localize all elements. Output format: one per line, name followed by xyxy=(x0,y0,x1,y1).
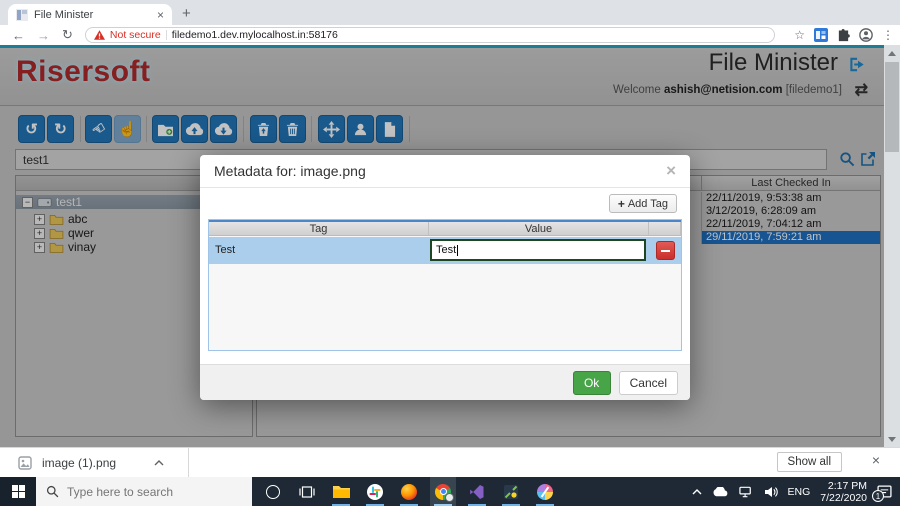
scroll-up-icon[interactable] xyxy=(884,45,900,61)
value-input[interactable]: Test xyxy=(430,239,646,261)
plus-icon: + xyxy=(617,196,625,211)
menu-dots-icon[interactable]: ⋮ xyxy=(882,28,894,42)
address-bar[interactable]: Not secure filedemo1.dev.mylocalhost.in:… xyxy=(84,27,775,43)
extension-dark-icon[interactable] xyxy=(837,28,850,42)
forward-icon[interactable]: → xyxy=(37,28,50,43)
dialog-title: Metadata for: image.png xyxy=(214,163,366,179)
clock[interactable]: 2:17 PM 7/22/2020 xyxy=(820,480,867,504)
browser-navbar: ← → ↻ Not secure filedemo1.dev.mylocalho… xyxy=(0,25,900,45)
column-header-actions xyxy=(649,222,681,235)
system-tray: ENG 2:17 PM 7/22/2020 1 xyxy=(692,477,900,506)
action-center-button[interactable]: 1 xyxy=(872,484,892,502)
paint-app-icon xyxy=(537,483,553,500)
taskbar-search-icon xyxy=(46,485,59,498)
screenshot-tool-icon xyxy=(504,484,518,499)
task-view-button[interactable] xyxy=(294,477,320,506)
back-icon[interactable]: ← xyxy=(12,28,25,43)
date-text: 7/22/2020 xyxy=(820,491,867,504)
taskbar-search-input[interactable] xyxy=(67,484,237,499)
page-scrollbar[interactable] xyxy=(884,45,900,447)
not-secure-warning-icon xyxy=(93,30,105,40)
metadata-row: Test Test xyxy=(209,237,681,264)
not-secure-label[interactable]: Not secure xyxy=(110,29,161,41)
download-menu-chevron-icon[interactable] xyxy=(154,459,164,466)
notification-badge: 1 xyxy=(872,490,884,502)
shelf-close-icon[interactable]: × xyxy=(872,452,880,468)
browser-tabstrip: File Minister × + xyxy=(0,0,900,25)
profile-icon[interactable] xyxy=(859,28,873,42)
firefox-icon xyxy=(401,483,417,500)
tray-chevron-icon[interactable] xyxy=(692,488,702,495)
download-filename[interactable]: image (1).png xyxy=(42,456,116,470)
language-indicator[interactable]: ENG xyxy=(788,486,811,498)
scrollbar-thumb[interactable] xyxy=(885,62,899,152)
tab-favicon-icon xyxy=(16,8,28,21)
taskbar-search[interactable] xyxy=(36,477,252,506)
url-text[interactable]: filedemo1.dev.mylocalhost.in:58176 xyxy=(172,29,338,41)
visual-studio-icon xyxy=(470,484,484,499)
slack-icon xyxy=(367,483,383,500)
bookmark-star-icon[interactable]: ☆ xyxy=(794,28,805,42)
tab-title: File Minister xyxy=(34,8,94,21)
chrome-icon xyxy=(435,483,454,502)
extension-blue-icon[interactable] xyxy=(814,28,828,42)
speaker-icon[interactable] xyxy=(764,486,778,498)
ok-button[interactable]: Ok xyxy=(572,370,611,395)
add-tag-button[interactable]: + Add Tag xyxy=(608,194,677,213)
metadata-table: Tag Value Test Test xyxy=(208,219,682,351)
chrome-profile-badge xyxy=(445,492,454,502)
metadata-dialog: Metadata for: image.png × + Add Tag Tag … xyxy=(200,155,690,400)
table-header-row: Tag Value xyxy=(209,220,681,236)
browser-tab[interactable]: File Minister × xyxy=(8,4,172,25)
add-tag-label: Add Tag xyxy=(627,197,668,210)
dialog-footer: Ok Cancel xyxy=(200,364,690,400)
time-text: 2:17 PM xyxy=(827,479,867,492)
chrome-button[interactable] xyxy=(430,477,456,506)
cortana-button[interactable] xyxy=(260,477,286,506)
network-icon[interactable] xyxy=(738,486,754,498)
tag-cell[interactable]: Test xyxy=(209,237,429,264)
text-caret xyxy=(457,244,459,256)
cancel-button[interactable]: Cancel xyxy=(618,370,678,395)
slack-button[interactable] xyxy=(362,477,388,506)
tab-close-icon[interactable]: × xyxy=(157,8,164,22)
windows-logo-icon xyxy=(11,485,25,498)
remove-tag-button[interactable] xyxy=(655,241,675,260)
visual-studio-button[interactable] xyxy=(464,477,490,506)
dialog-close-icon[interactable]: × xyxy=(666,161,676,181)
value-cell: Test xyxy=(429,237,649,264)
reload-icon[interactable]: ↻ xyxy=(62,27,73,43)
firefox-button[interactable] xyxy=(396,477,422,506)
cortana-icon xyxy=(266,484,280,499)
task-view-icon xyxy=(299,485,315,498)
value-input-text: Test xyxy=(436,244,457,256)
screenshot-tool-button[interactable] xyxy=(498,477,524,506)
actions-cell xyxy=(649,237,681,264)
paint-app-button[interactable] xyxy=(532,477,558,506)
scroll-down-icon[interactable] xyxy=(884,431,900,447)
dialog-header: Metadata for: image.png × xyxy=(200,155,690,188)
file-explorer-button[interactable] xyxy=(328,477,354,506)
start-button[interactable] xyxy=(0,477,36,506)
shelf-divider xyxy=(188,448,190,477)
show-all-button[interactable]: Show all xyxy=(776,452,842,472)
image-file-icon xyxy=(18,455,32,470)
column-header-value[interactable]: Value xyxy=(429,222,649,235)
column-header-tag[interactable]: Tag xyxy=(209,222,429,235)
file-explorer-icon xyxy=(332,486,350,498)
new-tab-button[interactable]: + xyxy=(182,5,191,23)
onedrive-cloud-icon[interactable] xyxy=(712,486,729,497)
browser-actions: ☆ ⋮ xyxy=(794,25,894,45)
omnibox-divider xyxy=(165,30,167,40)
download-shelf: image (1).png xyxy=(0,447,900,477)
